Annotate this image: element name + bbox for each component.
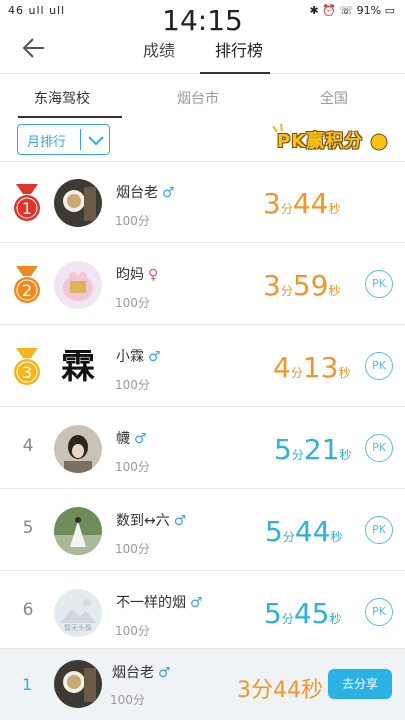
male-icon: ♂: [190, 595, 203, 611]
rank-number: 4: [22, 436, 34, 456]
pk-button[interactable]: PK: [365, 352, 393, 380]
rank-number: 3: [21, 363, 33, 382]
period-dropdown-value: 月排行: [27, 135, 67, 150]
score: 100分: [115, 460, 150, 474]
female-icon: ♀: [148, 267, 159, 283]
pk-banner-text: PK赢积分: [277, 131, 364, 152]
leaderboard-row[interactable]: 2 昀妈 ♀ 100分 3分59秒 PK: [0, 244, 405, 325]
tab-national[interactable]: 全国: [320, 88, 348, 108]
duration: 3分59秒: [263, 269, 341, 302]
avatar-calligraphy: 霖: [61, 347, 95, 387]
my-rank-bar: 1 烟台老 ♂ 100分 3分44秒 去分享: [0, 648, 405, 720]
duration: 5分21秒: [274, 433, 352, 466]
avatar[interactable]: [54, 179, 102, 227]
rank-number: 5: [22, 518, 34, 538]
user-name: 幭 ♂: [116, 431, 147, 447]
back-arrow-icon[interactable]: [20, 34, 48, 62]
score: 100分: [115, 214, 150, 228]
user-name: 昀妈 ♀: [116, 267, 159, 283]
tab-school[interactable]: 东海驾校: [34, 88, 90, 108]
user-name: 数到↔六 ♂: [116, 513, 187, 529]
avatar[interactable]: [54, 261, 102, 309]
silver-medal-icon: 2: [10, 266, 44, 306]
top-nav: 成绩 排行榜: [0, 22, 405, 74]
leaderboard-row[interactable]: 6 暂无头像 不一样的烟 ♂ 100分 5分45秒 PK: [0, 572, 405, 653]
user-name: 不一样的烟 ♂: [116, 595, 203, 611]
gold-medal-icon: 1: [10, 184, 44, 224]
my-score: 100分: [110, 693, 145, 707]
my-avatar[interactable]: [54, 660, 102, 708]
avatar[interactable]: [54, 507, 102, 555]
male-icon: ♂: [158, 665, 171, 681]
rank-number: 2: [21, 281, 33, 300]
leaderboard-row[interactable]: 1 烟台老 ♂ 100分 3分44秒: [0, 162, 405, 243]
my-duration: 3分44秒: [237, 678, 323, 703]
duration: 3分44秒: [263, 187, 341, 220]
pk-button[interactable]: PK: [365, 598, 393, 626]
my-rank-number: 1: [22, 675, 33, 694]
share-button[interactable]: 去分享: [328, 669, 392, 699]
male-icon: ♂: [134, 431, 147, 447]
leaderboard-row[interactable]: 5 数到↔六 ♂ 100分 5分44秒 PK: [0, 490, 405, 571]
active-tab-indicator: [200, 72, 270, 74]
leaderboard-row[interactable]: 4 幭 ♂ 100分 5分21秒 PK: [0, 408, 405, 489]
status-icons: ✱ ⏰ ☏ 91% ▭: [309, 4, 396, 17]
chevron-down-icon: [86, 130, 106, 150]
score: 100分: [115, 542, 150, 556]
user-name: 小霖 ♂: [116, 349, 161, 365]
rank-number: 6: [22, 600, 34, 620]
avatar[interactable]: [54, 425, 102, 473]
tab-city[interactable]: 烟台市: [177, 88, 219, 108]
pk-button[interactable]: PK: [365, 434, 393, 462]
scope-tabs: 东海驾校 烟台市 全国: [0, 75, 405, 119]
pk-button[interactable]: PK: [365, 516, 393, 544]
active-scope-indicator: [18, 116, 122, 118]
male-icon: ♂: [148, 349, 161, 365]
status-bar: 46 ull ull 14:15 ✱ ⏰ ☏ 91% ▭: [0, 0, 405, 37]
duration: 5分44秒: [265, 515, 343, 548]
avatar[interactable]: 霖: [54, 343, 102, 391]
dropdown-divider: [80, 129, 81, 150]
avatar-placeholder-text: 暂无头像: [64, 624, 92, 632]
tab-leaderboard[interactable]: 排行榜: [215, 37, 263, 61]
pk-reward-banner[interactable]: PK赢积分: [267, 124, 391, 154]
duration: 5分45秒: [264, 597, 342, 630]
user-name: 烟台老 ♂: [116, 185, 175, 201]
rank-number: 1: [21, 199, 33, 218]
tab-scores[interactable]: 成绩: [143, 37, 175, 61]
pk-button[interactable]: PK: [365, 270, 393, 298]
duration: 4分13秒: [273, 351, 351, 384]
score: 100分: [115, 296, 150, 310]
male-icon: ♂: [173, 513, 187, 529]
avatar[interactable]: 暂无头像: [54, 589, 102, 637]
score: 100分: [115, 378, 150, 392]
score: 100分: [115, 624, 150, 638]
leaderboard-row[interactable]: 3 霖 小霖 ♂ 100分 4分13秒 PK: [0, 326, 405, 407]
male-icon: ♂: [162, 185, 175, 201]
period-dropdown[interactable]: 月排行: [17, 124, 110, 155]
bronze-medal-icon: 3: [10, 348, 44, 388]
my-name: 烟台老 ♂: [112, 665, 171, 681]
